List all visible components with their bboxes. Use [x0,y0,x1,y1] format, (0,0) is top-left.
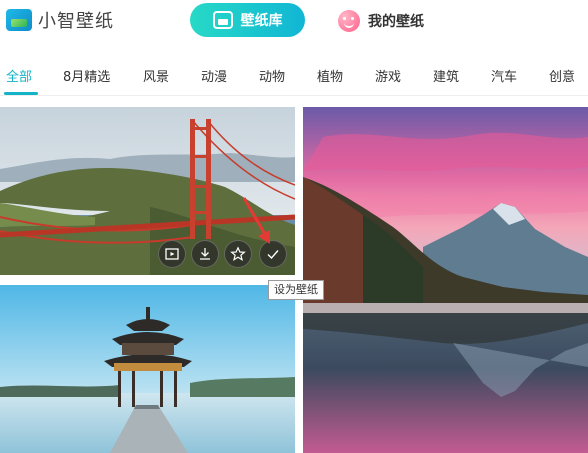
category-plants[interactable]: 植物 [317,66,343,85]
app-title: 小智壁纸 [38,11,114,32]
tab-my-wallpapers-label: 我的壁纸 [368,14,424,30]
star-icon [230,246,246,261]
category-nav: 全部 8月精选 风景 动漫 动物 植物 游戏 建筑 汽车 创意 [0,56,588,96]
category-games[interactable]: 游戏 [375,66,401,85]
preview-button[interactable] [158,240,186,268]
download-button[interactable] [191,240,219,268]
wallpaper-card-pavilion[interactable] [0,285,295,453]
smiley-icon [338,10,360,32]
category-animals[interactable]: 动物 [259,66,285,85]
wallpaper-image-mountain-lake [303,107,588,453]
tab-my-wallpapers[interactable]: 我的壁纸 [338,8,424,34]
category-cars[interactable]: 汽车 [491,66,517,85]
app-header: 小智壁纸 壁纸库 我的壁纸 [0,0,588,40]
category-august-picks[interactable]: 8月精选 [63,66,110,85]
category-scenery[interactable]: 风景 [143,66,169,85]
app-logo: 小智壁纸 [6,7,114,33]
wallpaper-image-pavilion [0,285,295,453]
tooltip: 设为壁纸 [268,280,324,300]
preview-icon [165,248,179,260]
tab-wallpaper-library-label: 壁纸库 [240,13,283,29]
check-icon [267,250,279,260]
tab-wallpaper-library[interactable]: 壁纸库 [190,3,305,37]
image-icon [212,11,233,29]
category-all[interactable]: 全部 [6,66,32,85]
download-icon [200,248,210,260]
category-architecture[interactable]: 建筑 [433,66,459,85]
annotation-arrow [242,197,270,244]
category-anime[interactable]: 动漫 [201,66,227,85]
image-icon [6,9,32,31]
category-creative[interactable]: 创意 [549,66,575,85]
active-tab-indicator [4,92,38,95]
wallpaper-card-mountain-lake[interactable] [303,107,588,453]
